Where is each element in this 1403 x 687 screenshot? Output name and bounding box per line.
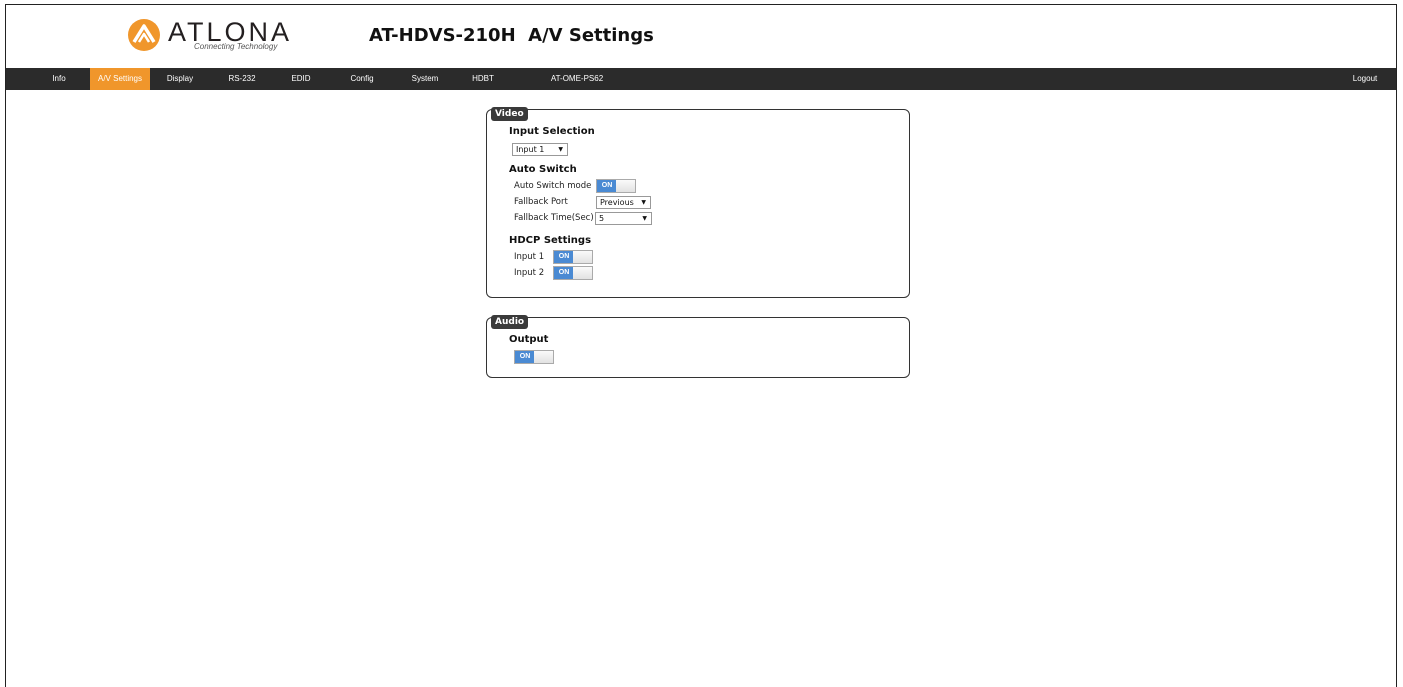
hdcp-settings-title: HDCP Settings	[509, 235, 592, 246]
hdcp-input1-toggle[interactable]: ON	[553, 250, 593, 264]
fallback-port-select[interactable]: Previous ▼	[596, 196, 651, 209]
hdcp-input2-label: Input 2	[514, 268, 545, 278]
nav-item-system[interactable]: System	[406, 68, 444, 90]
toggle-on-label: ON	[554, 267, 574, 279]
audio-output-toggle[interactable]: ON	[514, 350, 554, 364]
nav-item-rs232[interactable]: RS-232	[222, 68, 262, 90]
nav-bar: Info A/V Settings Display RS-232 EDID Co…	[6, 68, 1396, 90]
fallback-time-label: Fallback Time(Sec)	[514, 213, 594, 223]
fallback-port-value: Previous	[600, 198, 634, 207]
toggle-on-label: ON	[554, 251, 574, 263]
toggle-knob	[616, 180, 635, 192]
toggle-on-label: ON	[597, 180, 617, 192]
nav-item-hdbt[interactable]: HDBT	[468, 68, 498, 90]
fallback-port-label: Fallback Port	[514, 197, 568, 207]
auto-switch-mode-toggle[interactable]: ON	[596, 179, 636, 193]
fallback-time-value: 5	[599, 214, 605, 223]
fallback-time-select[interactable]: 5 ▼	[595, 212, 652, 225]
input-selection-value: Input 1	[516, 145, 545, 154]
nav-item-config[interactable]: Config	[345, 68, 379, 90]
auto-switch-title: Auto Switch	[509, 164, 577, 175]
atlona-logo-icon	[128, 19, 160, 51]
input-selection-select[interactable]: Input 1 ▼	[512, 143, 568, 156]
toggle-knob	[573, 267, 592, 279]
chevron-down-icon: ▼	[642, 215, 647, 222]
audio-panel: Audio Output ON	[486, 315, 910, 378]
input-selection-title: Input Selection	[509, 126, 595, 137]
audio-legend: Audio	[491, 315, 529, 329]
toggle-knob	[573, 251, 592, 263]
hdcp-input2-toggle[interactable]: ON	[553, 266, 593, 280]
logo-tagline: Connecting Technology	[194, 42, 278, 51]
video-panel: Video Input Selection Input 1 ▼ Auto Swi…	[486, 107, 910, 298]
nav-item-logout[interactable]: Logout	[1345, 68, 1385, 90]
chevron-down-icon: ▼	[641, 199, 646, 206]
nav-item-at-ome-ps62[interactable]: AT-OME-PS62	[544, 68, 610, 90]
page-title: AT-HDVS-210H A/V Settings	[369, 25, 654, 46]
nav-item-av-settings[interactable]: A/V Settings	[90, 68, 150, 90]
header: ATLONA Connecting Technology AT-HDVS-210…	[6, 5, 1396, 67]
video-legend: Video	[491, 107, 528, 121]
chevron-down-icon: ▼	[558, 146, 563, 153]
toggle-knob	[534, 351, 553, 363]
toggle-on-label: ON	[515, 351, 535, 363]
page-frame: ATLONA Connecting Technology AT-HDVS-210…	[5, 4, 1397, 687]
audio-output-title: Output	[509, 334, 549, 345]
auto-switch-mode-label: Auto Switch mode	[514, 181, 592, 191]
nav-item-edid[interactable]: EDID	[286, 68, 316, 90]
hdcp-input1-label: Input 1	[514, 252, 545, 262]
nav-item-display[interactable]: Display	[161, 68, 199, 90]
nav-item-info[interactable]: Info	[42, 68, 76, 90]
atlona-logo: ATLONA Connecting Technology	[126, 17, 316, 53]
